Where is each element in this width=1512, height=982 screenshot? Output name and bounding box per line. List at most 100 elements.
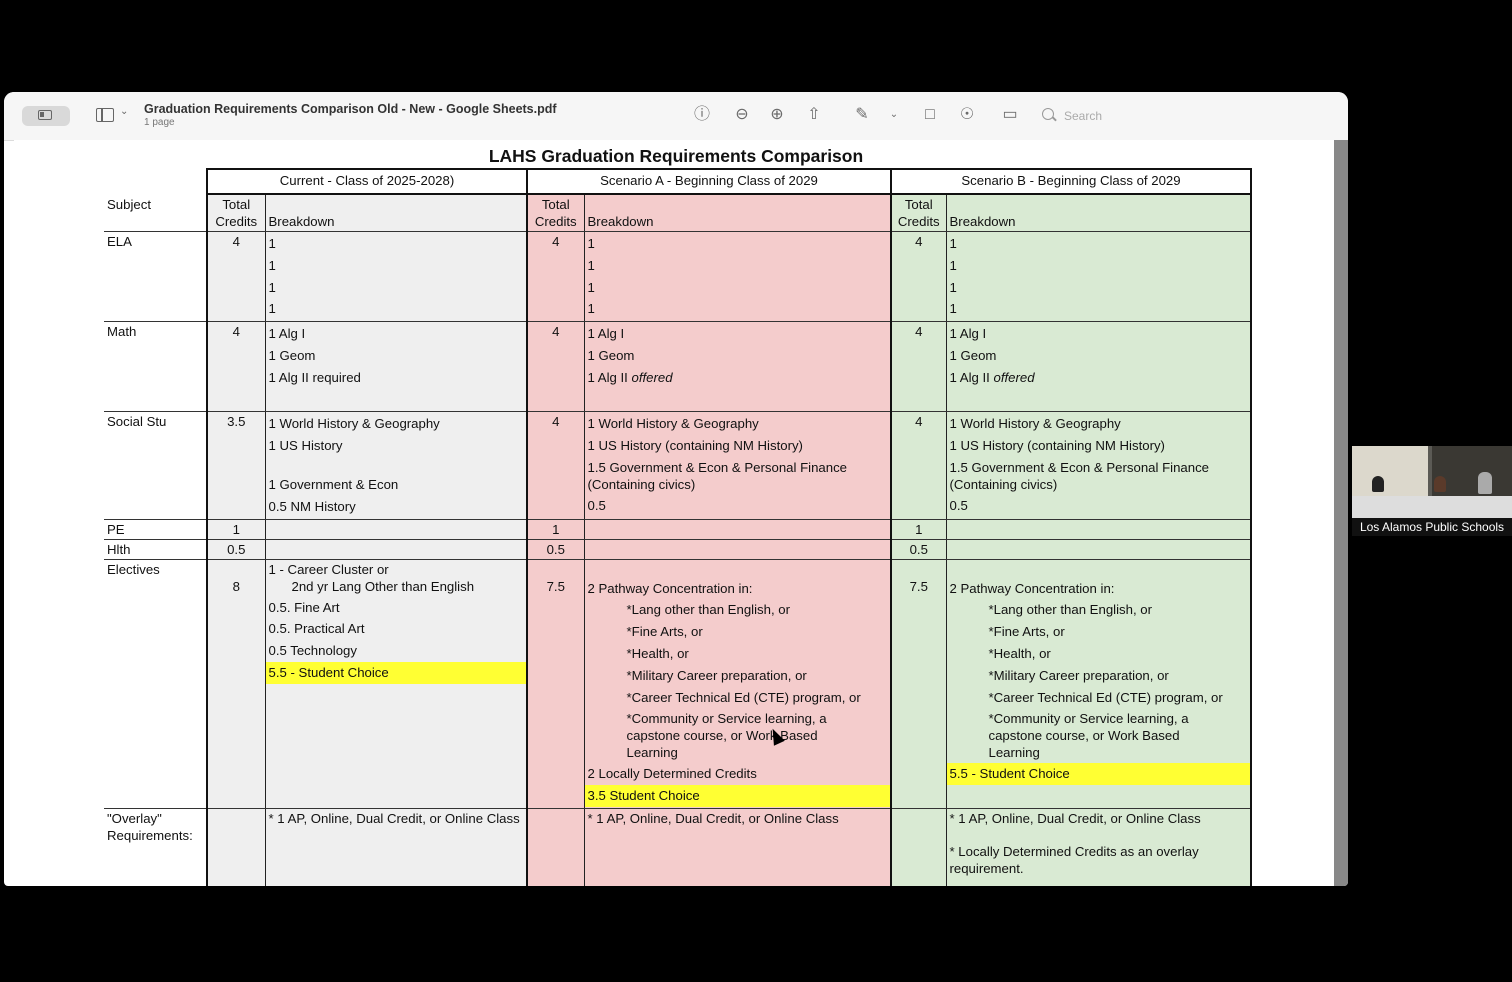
zoom-out-icon[interactable]: ⊖	[732, 105, 752, 125]
breakdown-cell: 1 Alg I 1 Geom 1 Alg II offered	[583, 321, 892, 413]
person-figure	[1372, 476, 1384, 492]
breakdown-line: 1	[587, 257, 595, 273]
total-credits-cell	[206, 808, 266, 886]
video-thumbnail[interactable]: Los Alamos Public Schools	[1352, 446, 1512, 536]
breakdown-cell: * 1 AP, Online, Dual Credit, or Online C…	[945, 808, 1252, 886]
annotate-icon[interactable]: ☉	[957, 105, 977, 125]
breakdown-line: 2nd yr Lang Other than English	[291, 578, 475, 594]
pathway-item: *Military Career preparation, or	[626, 667, 807, 683]
breakdown-line: 1	[268, 301, 276, 317]
breakdown-cell: 1 World History & Geography 1 US History…	[264, 411, 528, 520]
person-figure	[1434, 476, 1446, 492]
subject-cell: Electives	[104, 559, 208, 809]
table-row: Hlth 0.5 0.5 0.5	[104, 539, 1252, 560]
search-field[interactable]: Search	[1042, 106, 1152, 126]
breakdown-line: 2 Locally Determined Credits	[587, 766, 757, 782]
breakdown-line: 1 Alg II required	[268, 369, 361, 385]
chevron-down-icon[interactable]: ⌄	[884, 105, 904, 125]
pathway-item: *Career Technical Ed (CTE) program, or	[626, 689, 861, 705]
total-credits-cell: 4	[526, 411, 585, 520]
pathway-item: *Career Technical Ed (CTE) program, or	[988, 689, 1223, 705]
column-header-row: Subject Total Credits Breakdown Total Cr…	[104, 194, 1252, 232]
window-title: Graduation Requirements Comparison Old -…	[144, 102, 557, 116]
total-credits-cell: 8	[206, 559, 266, 809]
breakdown-line: 1	[268, 279, 276, 295]
table-row: Electives 8 1 - Career Cluster or 2nd yr…	[104, 559, 1252, 809]
pdf-page: LAHS Graduation Requirements Comparison …	[14, 140, 1334, 886]
breakdown-line: 1 Geom	[587, 347, 635, 363]
breakdown-line: 1 Alg I	[949, 326, 987, 342]
zoom-in-icon[interactable]: ⊕	[767, 105, 787, 125]
requirements-table: Current - Class of 2025-2028) Scenario A…	[104, 168, 1252, 886]
breakdown-line: * Locally Determined Credits as an overl…	[949, 843, 1199, 876]
form-fill-icon[interactable]: ▭	[1000, 105, 1020, 125]
sidebar-toggle-button[interactable]	[22, 106, 70, 126]
total-credits-cell: 4	[890, 321, 947, 413]
total-credits-cell	[890, 808, 947, 886]
total-credits-cell: 0.5	[206, 539, 266, 560]
sidebar-icon	[38, 110, 52, 120]
breakdown-line: 1.5 Government & Econ & Personal Finance…	[949, 459, 1210, 492]
breakdown-line: 1	[268, 236, 276, 251]
table-row: "Overlay" Requirements: * 1 AP, Online, …	[104, 808, 1252, 886]
breakdown-cell: 1 World History & Geography 1 US History…	[945, 411, 1252, 520]
breakdown-line: 1 Alg I	[268, 326, 306, 342]
breakdown-line: 1 Alg II offered	[588, 367, 888, 389]
markup-pen-icon[interactable]: ✎	[852, 105, 872, 125]
scenario-header-row: Current - Class of 2025-2028) Scenario A…	[104, 168, 1252, 195]
total-credits-cell: 4	[890, 231, 947, 323]
breakdown-line: 1 - Career Cluster or	[268, 561, 389, 577]
info-icon[interactable]: ⓘ	[692, 105, 712, 125]
desk	[1352, 496, 1512, 518]
breakdown-line: 1 Geom	[268, 347, 316, 363]
breakdown-line: 0.5. Practical Art	[268, 621, 365, 637]
breakdown-cell: * 1 AP, Online, Dual Credit, or Online C…	[264, 808, 528, 886]
total-credits-cell: 1	[890, 519, 947, 540]
breakdown-line: 1	[587, 279, 595, 295]
total-credits-cell: 3.5	[206, 411, 266, 520]
rotate-icon[interactable]: □	[920, 105, 940, 125]
breakdown-cell: 2 Pathway Concentration in: *Lang other …	[945, 559, 1252, 809]
breakdown-line: 1	[949, 236, 957, 251]
breakdown-cell: 2 Pathway Concentration in: *Lang other …	[583, 559, 892, 809]
person-figure	[1478, 472, 1492, 494]
breakdown-line: 1 World History & Geography	[587, 416, 759, 432]
course-text: 1 Alg II	[949, 369, 994, 385]
breakdown-cell	[583, 519, 892, 540]
breakdown-line: 1	[949, 279, 957, 295]
scrollbar[interactable]	[1334, 140, 1348, 886]
breakdown-line: * 1 AP, Online, Dual Credit, or Online C…	[949, 810, 1201, 826]
breakdown-line: 1 US History (containing NM History)	[949, 438, 1165, 454]
total-credits-cell: 1	[206, 519, 266, 540]
student-choice-highlight: 3.5 Student Choice	[584, 785, 890, 807]
breakdown-line: 1	[949, 257, 957, 273]
breakdown-cell	[264, 519, 528, 540]
breakdown-cell: 1 1 1 1	[264, 231, 528, 323]
breakdown-line: 0.5	[949, 497, 968, 513]
breakdown-line: 1	[268, 257, 276, 273]
total-credits-cell: 4	[890, 411, 947, 520]
student-choice-highlight: 5.5 - Student Choice	[946, 763, 1250, 786]
total-credits-cell: 0.5	[526, 539, 585, 560]
share-icon[interactable]: ⇧	[804, 105, 824, 125]
breakdown-line: 1 Alg I	[587, 326, 625, 342]
total-credits-cell: 7.5	[526, 559, 585, 809]
breakdown-line: 1 Geom	[949, 347, 997, 363]
breakdown-cell	[945, 539, 1252, 560]
total-credits-cell	[526, 808, 585, 886]
course-text: 1 Alg II	[587, 369, 632, 385]
breakdown-header: Breakdown	[945, 194, 1252, 232]
total-credits-header: Total Credits	[890, 194, 947, 232]
breakdown-line: 1 US History	[268, 438, 343, 454]
subject-cell: Social Stu	[104, 411, 208, 520]
breakdown-cell	[945, 519, 1252, 540]
view-layout-icon[interactable]	[96, 108, 114, 122]
document-title: LAHS Graduation Requirements Comparison	[488, 146, 864, 166]
breakdown-cell: 1 World History & Geography 1 US History…	[583, 411, 892, 520]
chevron-down-icon[interactable]: ⌄	[120, 106, 128, 117]
breakdown-line: 0.5	[587, 497, 606, 513]
pathway-item: *Community or Service learning, a capsto…	[626, 711, 827, 761]
